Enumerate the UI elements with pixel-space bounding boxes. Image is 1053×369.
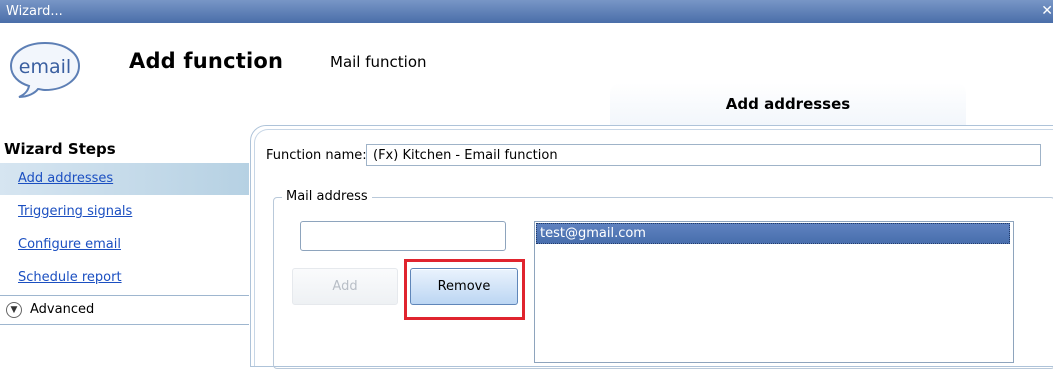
mail-address-group-label: Mail address (282, 188, 372, 206)
function-name-label: Function name: (266, 148, 367, 163)
logo-text: email (19, 56, 71, 78)
advanced-label: Advanced (30, 302, 95, 317)
wizard-steps-sidebar: Wizard Steps Add addresses Triggering si… (0, 135, 249, 352)
sidebar-item-triggering-signals[interactable]: Triggering signals (0, 196, 249, 228)
sidebar-item-label[interactable]: Triggering signals (18, 196, 132, 228)
sidebar-item-label[interactable]: Schedule report (18, 262, 122, 294)
sidebar-item-schedule-report[interactable]: Schedule report (0, 262, 249, 294)
address-list-item[interactable]: test@gmail.com (536, 223, 1010, 244)
page-subtitle: Mail function (330, 53, 427, 71)
remove-button[interactable]: Remove (410, 268, 518, 305)
sidebar-item-configure-email[interactable]: Configure email (0, 229, 249, 261)
email-logo: email (9, 41, 81, 98)
chevron-down-icon[interactable]: ▼ (6, 302, 22, 318)
sidebar-item-label[interactable]: Configure email (18, 229, 121, 261)
add-button[interactable]: Add (292, 268, 398, 305)
advanced-expander[interactable]: ▼ Advanced (0, 295, 249, 325)
page-title: Add function (129, 49, 284, 73)
address-list[interactable]: test@gmail.com (534, 221, 1014, 363)
close-icon[interactable]: ✕ (1041, 0, 1053, 23)
sidebar-heading: Wizard Steps (4, 140, 116, 158)
email-address-input[interactable] (300, 221, 506, 251)
function-name-field[interactable]: (Fx) Kitchen - Email function (366, 144, 1041, 166)
window-titlebar: Wizard... ✕ (0, 0, 1053, 23)
sidebar-item-label[interactable]: Add addresses (18, 163, 113, 195)
sidebar-item-add-addresses[interactable]: Add addresses (0, 163, 249, 195)
tab-add-addresses[interactable]: Add addresses (610, 83, 966, 125)
window-title: Wizard... (6, 4, 63, 19)
